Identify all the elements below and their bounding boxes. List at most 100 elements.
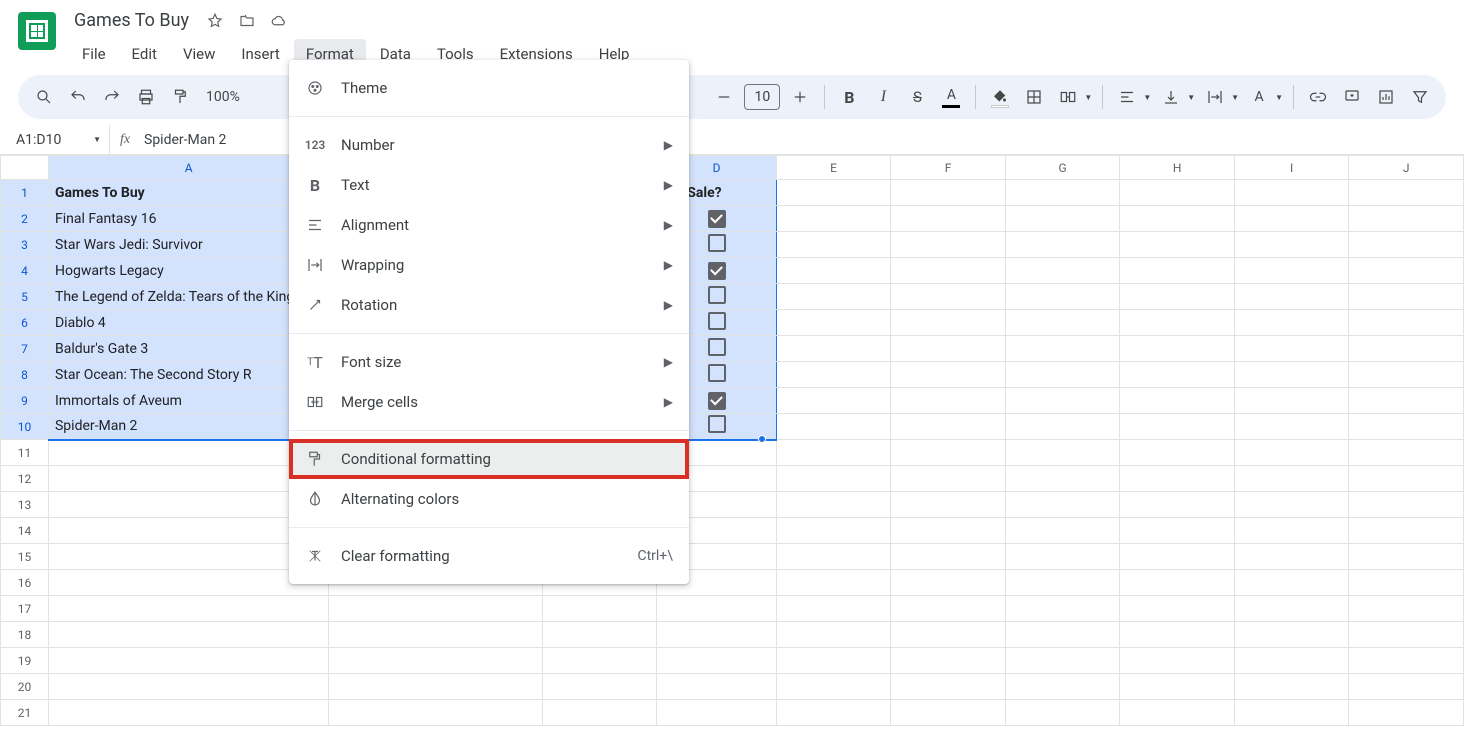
cell-H19[interactable] (1120, 648, 1235, 674)
cell-J6[interactable] (1349, 310, 1464, 336)
cell-F2[interactable] (891, 206, 1006, 232)
cell-G2[interactable] (1005, 206, 1120, 232)
cell-E9[interactable] (776, 388, 891, 414)
cell-A17[interactable] (48, 596, 328, 622)
cell-A14[interactable] (48, 518, 328, 544)
cell-F16[interactable] (891, 570, 1006, 596)
format-menu-wrapping[interactable]: Wrapping▶ (289, 245, 689, 285)
cell-A7[interactable]: Baldur's Gate 3 (48, 336, 328, 362)
cell-E3[interactable] (776, 232, 891, 258)
cell-F6[interactable] (891, 310, 1006, 336)
insert-link-icon[interactable] (1304, 83, 1332, 111)
row-header-10[interactable]: 10 (1, 414, 49, 440)
cell-H16[interactable] (1120, 570, 1235, 596)
cell-G13[interactable] (1005, 492, 1120, 518)
cell-H21[interactable] (1120, 700, 1235, 726)
cell-E4[interactable] (776, 258, 891, 284)
cell-A18[interactable] (48, 622, 328, 648)
cell-J19[interactable] (1349, 648, 1464, 674)
cell-I20[interactable] (1234, 674, 1349, 700)
row-header-1[interactable]: 1 (1, 180, 49, 206)
row-header-5[interactable]: 5 (1, 284, 49, 310)
font-size-input[interactable]: 10 (744, 84, 780, 110)
redo-icon[interactable] (98, 83, 126, 111)
cell-I8[interactable] (1234, 362, 1349, 388)
cell-G3[interactable] (1005, 232, 1120, 258)
cell-E10[interactable] (776, 414, 891, 440)
format-menu-clear-formatting[interactable]: Clear formattingCtrl+\ (289, 536, 689, 576)
format-menu-conditional-formatting[interactable]: Conditional formatting (289, 439, 689, 479)
cell-F10[interactable] (891, 414, 1006, 440)
merge-cells-button[interactable]: ▼ (1054, 83, 1092, 111)
cell-F3[interactable] (891, 232, 1006, 258)
row-header-4[interactable]: 4 (1, 258, 49, 284)
col-header-I[interactable]: I (1234, 156, 1349, 180)
cell-H14[interactable] (1120, 518, 1235, 544)
text-rotation-button[interactable]: A▼ (1245, 83, 1283, 111)
cell-A2[interactable]: Final Fantasy 16 (48, 206, 328, 232)
cell-F9[interactable] (891, 388, 1006, 414)
filter-icon[interactable] (1406, 83, 1434, 111)
cell-C21[interactable] (542, 700, 657, 726)
cell-H1[interactable] (1120, 180, 1235, 206)
zoom-select[interactable]: 100% (200, 89, 246, 105)
select-all-corner[interactable] (1, 156, 49, 180)
row-header-18[interactable]: 18 (1, 622, 49, 648)
cell-D21[interactable] (657, 700, 777, 726)
cell-G17[interactable] (1005, 596, 1120, 622)
cell-H4[interactable] (1120, 258, 1235, 284)
star-icon[interactable] (205, 11, 225, 31)
cell-F12[interactable] (891, 466, 1006, 492)
cell-J21[interactable] (1349, 700, 1464, 726)
cell-E2[interactable] (776, 206, 891, 232)
format-menu-alternating-colors[interactable]: Alternating colors (289, 479, 689, 519)
cell-J12[interactable] (1349, 466, 1464, 492)
cell-F19[interactable] (891, 648, 1006, 674)
cell-A20[interactable] (48, 674, 328, 700)
cell-I18[interactable] (1234, 622, 1349, 648)
cell-F18[interactable] (891, 622, 1006, 648)
cell-F15[interactable] (891, 544, 1006, 570)
col-header-J[interactable]: J (1349, 156, 1464, 180)
cell-G20[interactable] (1005, 674, 1120, 700)
row-header-11[interactable]: 11 (1, 440, 49, 466)
cell-G9[interactable] (1005, 388, 1120, 414)
checkbox[interactable] (708, 338, 726, 356)
cell-E15[interactable] (776, 544, 891, 570)
cell-H11[interactable] (1120, 440, 1235, 466)
cell-H13[interactable] (1120, 492, 1235, 518)
cell-I2[interactable] (1234, 206, 1349, 232)
format-menu-alignment[interactable]: Alignment▶ (289, 205, 689, 245)
cell-J10[interactable] (1349, 414, 1464, 440)
format-menu-font-size[interactable]: TTFont size▶ (289, 342, 689, 382)
col-header-F[interactable]: F (891, 156, 1006, 180)
checkbox[interactable] (708, 364, 726, 382)
insert-chart-icon[interactable] (1372, 83, 1400, 111)
text-wrap-button[interactable]: ▼ (1201, 83, 1239, 111)
row-header-12[interactable]: 12 (1, 466, 49, 492)
cell-A15[interactable] (48, 544, 328, 570)
col-header-H[interactable]: H (1120, 156, 1235, 180)
cell-D17[interactable] (657, 596, 777, 622)
cell-G18[interactable] (1005, 622, 1120, 648)
cell-I19[interactable] (1234, 648, 1349, 674)
row-header-17[interactable]: 17 (1, 596, 49, 622)
row-header-7[interactable]: 7 (1, 336, 49, 362)
cell-F8[interactable] (891, 362, 1006, 388)
cell-I6[interactable] (1234, 310, 1349, 336)
menu-insert[interactable]: Insert (229, 39, 291, 69)
cell-D19[interactable] (657, 648, 777, 674)
cell-H2[interactable] (1120, 206, 1235, 232)
sheets-logo[interactable] (18, 12, 56, 50)
cell-B17[interactable] (329, 596, 542, 622)
cell-J5[interactable] (1349, 284, 1464, 310)
row-header-2[interactable]: 2 (1, 206, 49, 232)
strikethrough-icon[interactable]: S (903, 83, 931, 111)
cell-F4[interactable] (891, 258, 1006, 284)
cell-J4[interactable] (1349, 258, 1464, 284)
row-header-15[interactable]: 15 (1, 544, 49, 570)
cell-G7[interactable] (1005, 336, 1120, 362)
cell-B19[interactable] (329, 648, 542, 674)
cell-F13[interactable] (891, 492, 1006, 518)
cell-I4[interactable] (1234, 258, 1349, 284)
